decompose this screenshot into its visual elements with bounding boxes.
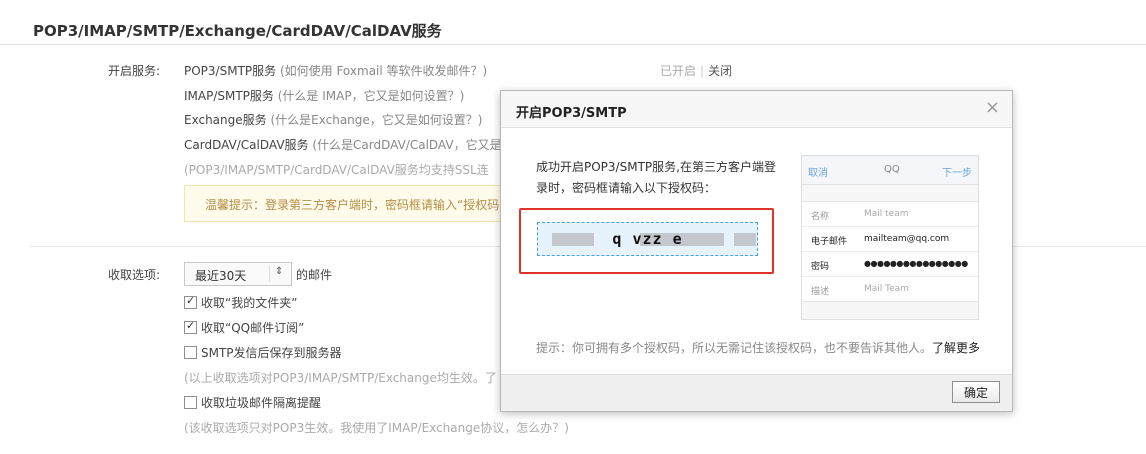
option-spam-alert-label: 收取垃圾邮件隔离提醒 [201,396,322,410]
phone-row-password: 密码 ●●●●●●●●●●●●●●●● [802,252,978,277]
dialog-footer-tip: 提示：你可拥有多个授权码，所以无需记住该授权码，也不要告诉其他人。了解更多 [536,339,980,356]
service-imap-name: IMAP/SMTP服务 [184,89,274,103]
pop3-status: 已开启 | 关闭 [660,62,732,79]
phone-key: 名称 [811,212,830,222]
receive-note-2: (该收取选项只对POP3生效。我使用了IMAP/Exchange协议，怎么办？) [184,421,569,435]
service-carddav: CardDAV/CalDAV服务 (什么是CardDAV/CalDAV，它又是 [184,136,502,153]
checkbox-spam-alert[interactable] [184,396,197,409]
status-off-link[interactable]: 关闭 [708,64,732,78]
service-pop3: POP3/SMTP服务 (如何使用 Foxmail 等软件收发邮件？) [184,62,487,79]
phone-value: ●●●●●●●●●●●●●●●● [864,259,968,268]
checkbox-my-folders[interactable] [184,294,197,309]
dialog-header: 开启POP3/SMTP × [501,91,1012,128]
learn-more-link[interactable]: 了解更多 [932,341,980,355]
service-exchange: Exchange服务 (什么是Exchange，它又是如何设置？) [184,111,482,128]
updown-arrow-icon: ⇕ [275,266,284,277]
phone-key: 电子邮件 [811,237,848,247]
dialog-footer: 确定 [501,374,1012,411]
service-carddav-help-link[interactable]: (什么是CardDAV/CalDAV，它又是 [309,138,501,152]
option-smtp-save[interactable]: SMTP发信后保存到服务器 [184,344,342,361]
services-label: 开启服务: [108,64,161,78]
receive-label: 收取选项: [108,268,161,282]
option-qq-subscription-label: 收取“QQ邮件订阅” [201,321,305,335]
option-qq-subscription[interactable]: 收取“QQ邮件订阅” [184,319,304,336]
auth-code-dialog: 开启POP3/SMTP × 成功开启POP3/SMTP服务,在第三方客户端登录时… [500,90,1013,412]
auth-code-highlight: q vzz e [519,208,774,274]
option-smtp-save-label: SMTP发信后保存到服务器 [201,346,342,360]
dialog-footer-tip-text: 提示：你可拥有多个授权码，所以无需记住该授权码，也不要告诉其他人。 [536,341,933,355]
status-on-label: 已开启 [660,64,697,78]
service-pop3-name: POP3/SMTP服务 [184,64,277,78]
service-carddav-name: CardDAV/CalDAV服务 [184,138,309,152]
checkbox-qq-subscription[interactable] [184,319,197,334]
service-imap-help-link[interactable]: (什么是 IMAP，它又是如何设置？) [274,89,465,103]
phone-account-fields: 名称 Mail team 电子邮件 mailteam@qq.com 密码 ●●●… [802,201,978,302]
phone-row-name: 名称 Mail team [802,202,978,227]
phone-key: 密码 [811,262,830,272]
warm-tip-box: 温馨提示：登录第三方客户端时，密码框请输入“授权码 [184,185,516,222]
service-exchange-help-link[interactable]: (什么是Exchange，它又是如何设置？) [267,113,482,127]
close-icon[interactable]: × [985,97,1000,118]
phone-next-label: 下一步 [942,168,972,179]
phone-nav-bar: 取消 QQ 下一步 [802,156,978,185]
auth-code-value: q vzz e [612,230,683,248]
auth-code-box[interactable]: q vzz e [537,222,758,256]
warm-tip-text: 温馨提示：登录第三方客户端时，密码框请输入“授权码 [205,198,500,212]
phone-cancel-label: 取消 [808,168,828,179]
receive-range-value: 最近30天 [195,269,247,283]
page-title: POP3/IMAP/SMTP/Exchange/CardDAV/CalDAV服务 [33,22,442,40]
phone-setup-preview: 取消 QQ 下一步 名称 Mail team 电子邮件 mailteam@qq.… [801,155,979,320]
phone-value: Mail team [864,209,909,219]
phone-title-label: QQ [884,164,900,175]
status-separator: | [700,64,705,78]
confirm-button[interactable]: 确定 [952,381,1000,403]
option-my-folders-label: 收取“我的文件夹” [201,296,298,310]
ssl-note: (POP3/IMAP/SMTP/CardDAV/CalDAV服务均支持SSL连 [184,163,489,177]
select-divider [269,266,270,282]
page-header: POP3/IMAP/SMTP/Exchange/CardDAV/CalDAV服务 [0,0,1146,45]
service-exchange-name: Exchange服务 [184,113,267,127]
service-pop3-help-link[interactable]: (如何使用 Foxmail 等软件收发邮件？) [276,64,487,78]
receive-range-suffix: 的邮件 [296,268,333,282]
phone-row-email: 电子邮件 mailteam@qq.com [802,227,978,252]
option-my-folders[interactable]: 收取“我的文件夹” [184,294,297,311]
option-spam-alert[interactable]: 收取垃圾邮件隔离提醒 [184,394,321,411]
dialog-title: 开启POP3/SMTP [516,106,627,121]
phone-row-desc: 描述 Mail Team [802,277,978,301]
receive-note-1: (以上收取选项对POP3/IMAP/SMTP/Exchange均生效。了 [184,371,497,385]
checkbox-smtp-save[interactable] [184,346,197,359]
dialog-message: 成功开启POP3/SMTP服务,在第三方客户端登录时，密码框请输入以下授权码： [536,160,776,195]
phone-value: mailteam@qq.com [864,234,950,244]
phone-key: 描述 [811,287,830,297]
phone-value: Mail Team [864,284,909,294]
receive-range-select[interactable]: 最近30天 ⇕ [184,262,292,286]
service-imap: IMAP/SMTP服务 (什么是 IMAP，它又是如何设置？) [184,87,464,104]
